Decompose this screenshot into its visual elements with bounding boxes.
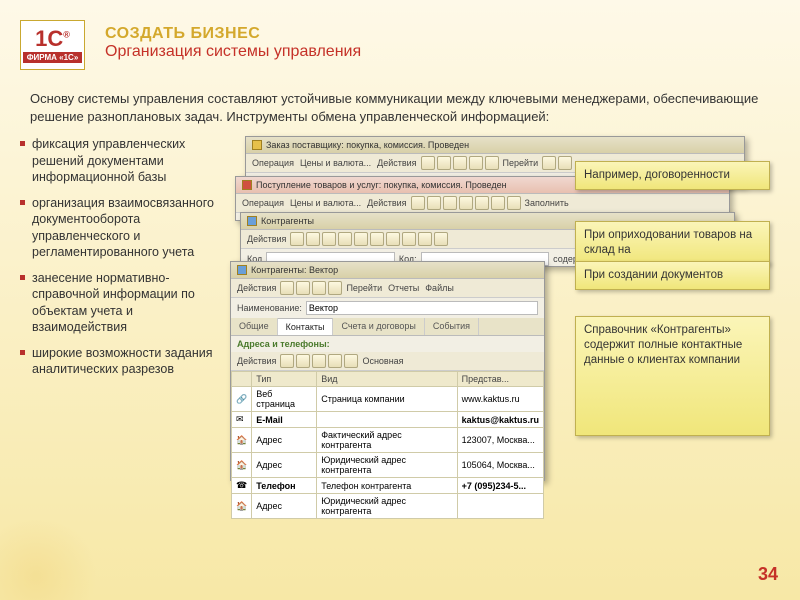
- toolbar-button[interactable]: [421, 156, 435, 170]
- name-field[interactable]: [306, 301, 538, 315]
- logo: 1С® ФИРМА «1С»: [20, 20, 85, 70]
- toolbar-button[interactable]: [386, 232, 400, 246]
- toolbar-button[interactable]: [312, 281, 326, 295]
- contacts-table: ТипВидПредстав... 🔗Веб страницаСтраница …: [231, 371, 544, 519]
- toolbar-button[interactable]: [306, 232, 320, 246]
- toolbar-button[interactable]: [475, 196, 489, 210]
- toolbar-button[interactable]: [354, 232, 368, 246]
- list-item: широкие возможности задания аналитически…: [20, 345, 220, 378]
- toolbar-button[interactable]: [411, 196, 425, 210]
- table-row[interactable]: 🏠АдресЮридический адрес контрагента: [232, 494, 544, 519]
- menu-actions[interactable]: Действия: [235, 281, 278, 295]
- section-label: Адреса и телефоны:: [231, 336, 544, 352]
- table-row[interactable]: ✉E-Mailkaktus@kaktus.ru: [232, 412, 544, 428]
- tab-contacts[interactable]: Контакты: [278, 318, 334, 335]
- window-vector: Контрагенты: Вектор Действия Перейти Отч…: [230, 261, 545, 481]
- menu-item[interactable]: Действия: [375, 156, 418, 170]
- toolbar-button[interactable]: [491, 196, 505, 210]
- toolbar-button[interactable]: [296, 281, 310, 295]
- menu-item[interactable]: Действия: [365, 196, 408, 210]
- menu-item[interactable]: Цены и валюта...: [288, 196, 363, 210]
- menu-reports[interactable]: Отчеты: [386, 281, 421, 295]
- screenshot-stack: Заказ поставщику: покупка, комиссия. Про…: [235, 136, 765, 496]
- callout: При оприходовании товаров на склад на: [575, 221, 770, 265]
- toolbar-button[interactable]: [296, 354, 310, 368]
- toolbar-button[interactable]: [328, 281, 342, 295]
- menu-fill[interactable]: Заполнить: [523, 196, 571, 210]
- toolbar-button[interactable]: [280, 354, 294, 368]
- menu-files[interactable]: Файлы: [423, 281, 456, 295]
- intro-text: Основу системы управления составляют уст…: [0, 80, 800, 136]
- toolbar-button[interactable]: [507, 196, 521, 210]
- toolbar-button[interactable]: [459, 196, 473, 210]
- toolbar-button[interactable]: [280, 281, 294, 295]
- title-gold: СОЗДАТЬ БИЗНЕС: [105, 25, 361, 43]
- menu-actions[interactable]: Действия: [245, 232, 288, 246]
- table-row[interactable]: ☎ТелефонТелефон контрагента+7 (095)234-5…: [232, 478, 544, 494]
- toolbar-button[interactable]: [542, 156, 556, 170]
- toolbar-button[interactable]: [453, 156, 467, 170]
- callout: При создании документов: [575, 261, 770, 290]
- toolbar-button[interactable]: [443, 196, 457, 210]
- list-item: организация взаимосвязанного документооб…: [20, 195, 220, 260]
- toolbar-button[interactable]: [558, 156, 572, 170]
- window-icon: [247, 216, 257, 226]
- tab-events[interactable]: События: [425, 318, 479, 335]
- toolbar-button[interactable]: [344, 354, 358, 368]
- toolbar-button[interactable]: [322, 232, 336, 246]
- toolbar-button[interactable]: [290, 232, 304, 246]
- toolbar-button[interactable]: [418, 232, 432, 246]
- callout: Справочник «Контрагенты» содержит полные…: [575, 316, 770, 436]
- toolbar-button[interactable]: [485, 156, 499, 170]
- decoration: [0, 520, 120, 600]
- menu-actions[interactable]: Действия: [235, 354, 278, 368]
- menu-go[interactable]: Перейти: [501, 156, 541, 170]
- toolbar-button[interactable]: [434, 232, 448, 246]
- table-row[interactable]: 🏠АдресФактический адрес контрагента12300…: [232, 428, 544, 453]
- list-item: занесение нормативно-справочной информац…: [20, 270, 220, 335]
- window-icon: [237, 265, 247, 275]
- toolbar-button[interactable]: [437, 156, 451, 170]
- window-icon: [252, 140, 262, 150]
- toolbar-button[interactable]: [469, 156, 483, 170]
- window-icon: [242, 180, 252, 190]
- toolbar-button[interactable]: [370, 232, 384, 246]
- toolbar-button[interactable]: [402, 232, 416, 246]
- toolbar-button[interactable]: [427, 196, 441, 210]
- list-item: фиксация управленческих решений документ…: [20, 136, 220, 185]
- toolbar-button[interactable]: [328, 354, 342, 368]
- table-row[interactable]: 🔗Веб страницаСтраница компанииwww.kaktus…: [232, 387, 544, 412]
- menu-item[interactable]: Цены и валюта...: [298, 156, 373, 170]
- table-row[interactable]: 🏠АдресЮридический адрес контрагента10506…: [232, 453, 544, 478]
- menu-item[interactable]: Операция: [240, 196, 286, 210]
- menu-go[interactable]: Перейти: [344, 281, 384, 295]
- menu-main[interactable]: Основная: [360, 354, 405, 368]
- page-number: 34: [758, 564, 778, 585]
- tab-accounts[interactable]: Счета и договоры: [333, 318, 424, 335]
- toolbar-button[interactable]: [338, 232, 352, 246]
- callout: Например, договоренности: [575, 161, 770, 190]
- tab-general[interactable]: Общие: [231, 318, 278, 335]
- toolbar-button[interactable]: [312, 354, 326, 368]
- title-red: Организация системы управления: [105, 43, 361, 61]
- bullet-list: фиксация управленческих решений документ…: [20, 136, 220, 496]
- menu-item[interactable]: Операция: [250, 156, 296, 170]
